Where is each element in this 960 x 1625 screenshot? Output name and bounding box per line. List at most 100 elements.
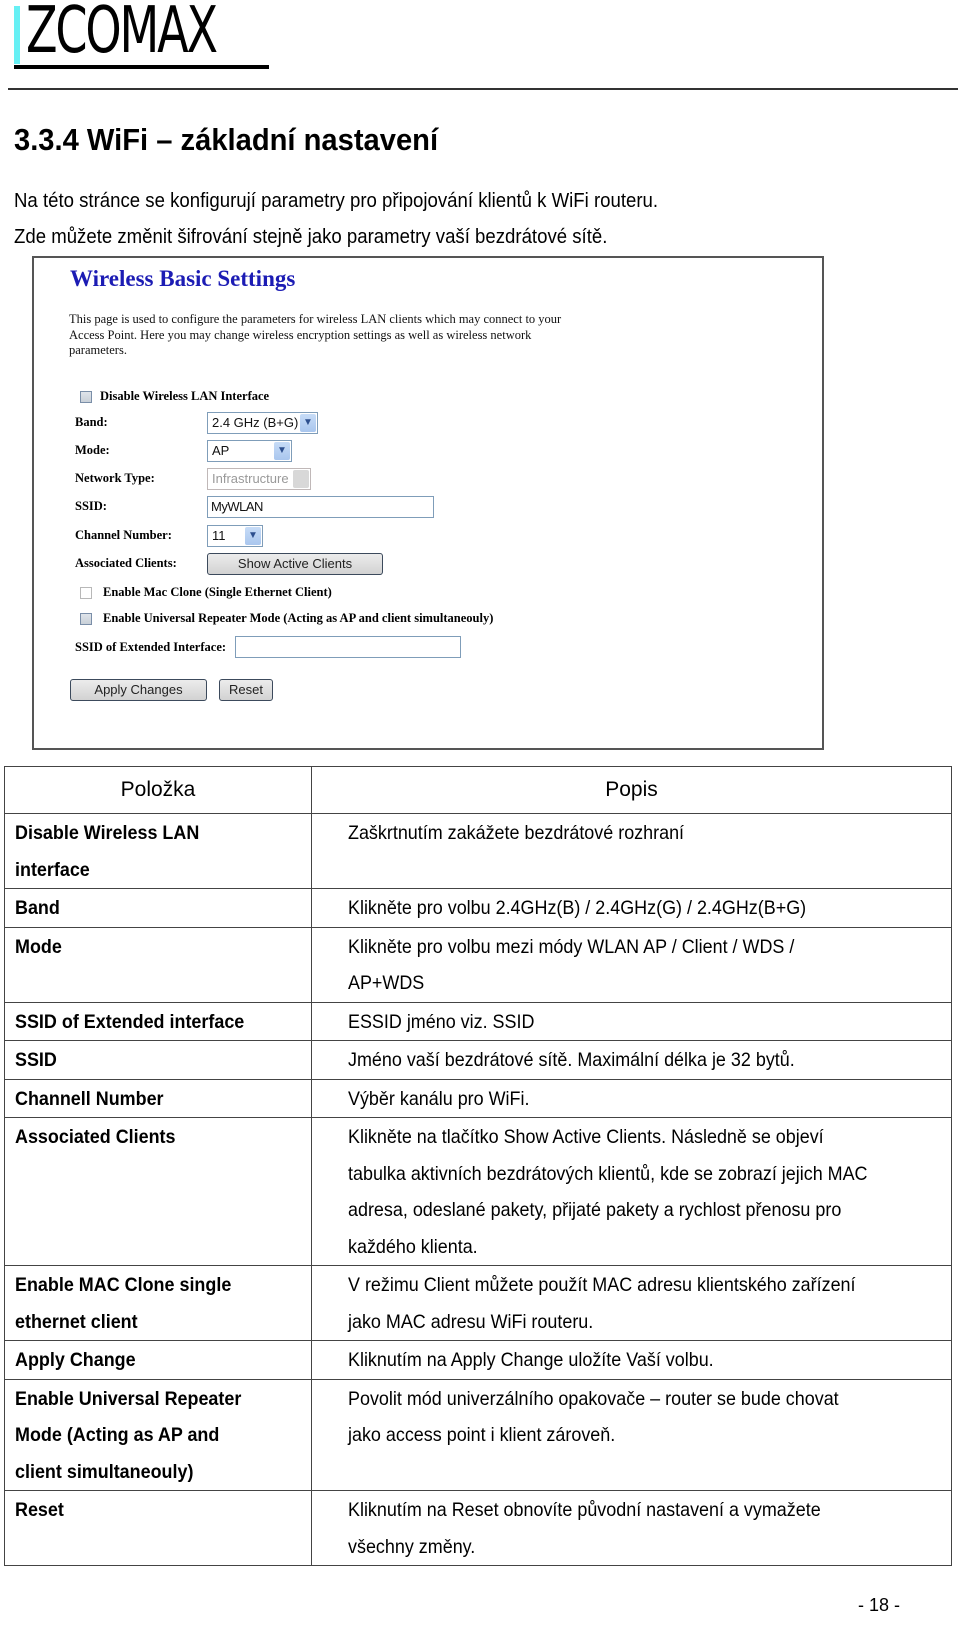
item-text: Enable Universal Repeater: [15, 1387, 242, 1410]
description-text: všechny změny.: [348, 1535, 476, 1558]
item-text: Apply Change: [15, 1349, 136, 1371]
description-text: Kliknutím na Apply Change uložíte Vaší v…: [348, 1349, 714, 1371]
table-row: Apply Change Kliknutím na Apply Change ul…: [4, 1340, 952, 1380]
item-cell: Associated Clients: [4, 1117, 312, 1266]
settings-description-table: Položka Popis Disable Wireless LAN interf…: [4, 766, 952, 1566]
mac-clone-checkbox[interactable]: [80, 587, 92, 599]
band-select[interactable]: 2.4 GHz (B+G) ▼: [207, 412, 318, 434]
network-type-label: Network Type:: [75, 471, 155, 485]
universal-repeater-checkbox[interactable]: [80, 613, 92, 625]
ext-ssid-input[interactable]: [235, 636, 461, 658]
chevron-down-icon: ▼: [245, 527, 261, 545]
description-cell: V režimu Client můžete použít MAC adresu…: [311, 1265, 952, 1341]
description-text: Klikněte pro volbu 2.4GHz(B) / 2.4GHz(G)…: [348, 897, 807, 919]
description-cell: ESSID jméno viz. SSID: [311, 1001, 952, 1041]
table-row: Enable Universal Repeater Mode (Acting as…: [4, 1378, 952, 1491]
item-cell: Enable MAC Clone single ethernet client: [4, 1265, 312, 1341]
table-row: Channell Number Výběr kanálu pro WiFi.: [4, 1078, 952, 1118]
table-row: SSID Jméno vaší bezdrátové sítě. Maximáln…: [4, 1040, 952, 1080]
mode-value: AP: [212, 443, 230, 458]
disable-wlan-checkbox[interactable]: [80, 391, 92, 403]
reset-button[interactable]: Reset: [219, 679, 273, 701]
band-value: 2.4 GHz (B+G): [212, 415, 299, 430]
table-row: Mode Klikněte pro volbu mezi módy WLAN AP…: [4, 926, 952, 1003]
header-popis: Popis: [311, 766, 952, 814]
item-text: client simultaneouly): [15, 1460, 194, 1483]
table-row: Disable Wireless LAN interface Zaškrtnutím…: [4, 813, 952, 889]
description-text: Jméno vaší bezdrátové sítě. Maximální dé…: [348, 1049, 795, 1071]
description-text: jako access point i klient zároveň.: [348, 1424, 616, 1446]
channel-number-select[interactable]: 11 ▼: [207, 525, 263, 547]
item-text: Mode: [15, 935, 62, 958]
zcomax-logo: ZCOMAX: [14, 0, 274, 70]
item-cell: SSID: [4, 1040, 312, 1080]
table-row: SSID of Extended interface ESSID jméno vi…: [4, 1001, 952, 1041]
ext-ssid-label: SSID of Extended Interface:: [75, 640, 227, 654]
wireless-settings-screenshot: Wireless Basic Settings This page is use…: [32, 256, 824, 750]
table-row: Enable MAC Clone single ethernet client V …: [4, 1265, 952, 1341]
network-type-select[interactable]: Infrastructure ▼: [207, 468, 311, 490]
item-cell: Disable Wireless LAN interface: [4, 813, 312, 889]
description-cell: Kliknutím na Apply Change uložíte Vaší v…: [311, 1340, 952, 1380]
network-type-value: Infrastructure: [212, 471, 289, 486]
universal-repeater-label: Enable Universal Repeater Mode (Acting a…: [103, 611, 494, 625]
description-text: jako MAC adresu WiFi routeru.: [348, 1310, 594, 1333]
description-text: Kliknutím na Reset obnovíte původní nast…: [348, 1499, 821, 1521]
table-row: Band Klikněte pro volbu 2.4GHz(B) / 2.4GH…: [4, 888, 952, 928]
page-number: - 18 -: [857, 1595, 900, 1615]
description-text: tabulka aktivních bezdrátových klientů, …: [348, 1162, 868, 1185]
description-cell: Klikněte na tlačítko Show Active Clients…: [311, 1117, 952, 1266]
table-row: Reset Kliknutím na Reset obnovíte původní…: [4, 1490, 952, 1566]
apply-changes-button[interactable]: Apply Changes: [70, 679, 207, 701]
item-text: SSID: [15, 1049, 57, 1071]
item-text: ethernet client: [15, 1310, 138, 1333]
item-cell: Reset: [4, 1490, 312, 1566]
description-cell: Zaškrtnutím zakážete bezdrátové rozhraní: [311, 813, 952, 889]
logo-underline: [14, 65, 269, 69]
item-cell: Channell Number: [4, 1078, 312, 1118]
table-row: Associated Clients Klikněte na tlačítko S…: [4, 1117, 952, 1266]
wireless-basic-settings-title: Wireless Basic Settings: [70, 266, 296, 291]
item-cell: Band: [4, 888, 312, 928]
item-cell: Enable Universal Repeater Mode (Acting as…: [4, 1378, 312, 1491]
description-cell: Jméno vaší bezdrátové sítě. Maximální dé…: [311, 1040, 952, 1080]
chevron-down-icon: ▼: [300, 414, 316, 432]
mode-select[interactable]: AP ▼: [207, 440, 292, 462]
intro-line: Na této stránce se konfigurují parametry…: [14, 190, 659, 212]
ssid-input[interactable]: MyWLAN: [207, 496, 434, 518]
item-cell: SSID of Extended interface: [4, 1001, 312, 1041]
description-text: každého klienta.: [348, 1235, 478, 1258]
logo-text: ZCOMAX: [26, 0, 218, 68]
description-text: adresa, odeslané pakety, přijaté pakety …: [348, 1199, 842, 1221]
item-text: Associated Clients: [15, 1126, 176, 1148]
description-text: V režimu Client můžete použít MAC adresu…: [348, 1274, 856, 1296]
channel-number-label: Channel Number:: [75, 528, 172, 542]
intro-line: Zde můžete změnit šifrování stejně jako …: [14, 226, 608, 248]
item-text: Reset: [15, 1499, 64, 1521]
associated-clients-label: Associated Clients:: [75, 556, 177, 570]
header-polozka: Položka: [4, 766, 312, 814]
mode-label: Mode:: [75, 443, 110, 457]
item-cell: Apply Change: [4, 1340, 312, 1380]
description-text: Výběr kanálu pro WiFi.: [348, 1087, 530, 1110]
band-label: Band:: [75, 415, 108, 429]
channel-value: 11: [212, 528, 226, 543]
table-header-row: Položka Popis: [4, 766, 952, 814]
description-text: ESSID jméno viz. SSID: [348, 1010, 535, 1033]
item-text: SSID of Extended interface: [15, 1010, 245, 1033]
description-text: Klikněte na tlačítko Show Active Clients…: [348, 1126, 824, 1148]
description-cell: Povolit mód univerzálního opakovače – ro…: [311, 1378, 952, 1491]
item-text: interface: [15, 858, 90, 881]
mac-clone-label: Enable Mac Clone (Single Ethernet Client…: [103, 585, 332, 599]
item-text: Enable MAC Clone single: [15, 1274, 232, 1296]
show-active-clients-button[interactable]: Show Active Clients: [207, 553, 383, 575]
description-cell: Výběr kanálu pro WiFi.: [311, 1078, 952, 1118]
item-text: Disable Wireless LAN: [15, 822, 200, 844]
section-title: 3.3.4 WiFi – základní nastavení: [14, 122, 439, 157]
chevron-down-icon: ▼: [293, 470, 309, 488]
item-text: Band: [15, 897, 60, 919]
description-cell: Klikněte pro volbu mezi módy WLAN AP / C…: [311, 926, 952, 1003]
ssid-label: SSID:: [75, 499, 107, 513]
item-cell: Mode: [4, 926, 312, 1003]
chevron-down-icon: ▼: [274, 442, 290, 460]
